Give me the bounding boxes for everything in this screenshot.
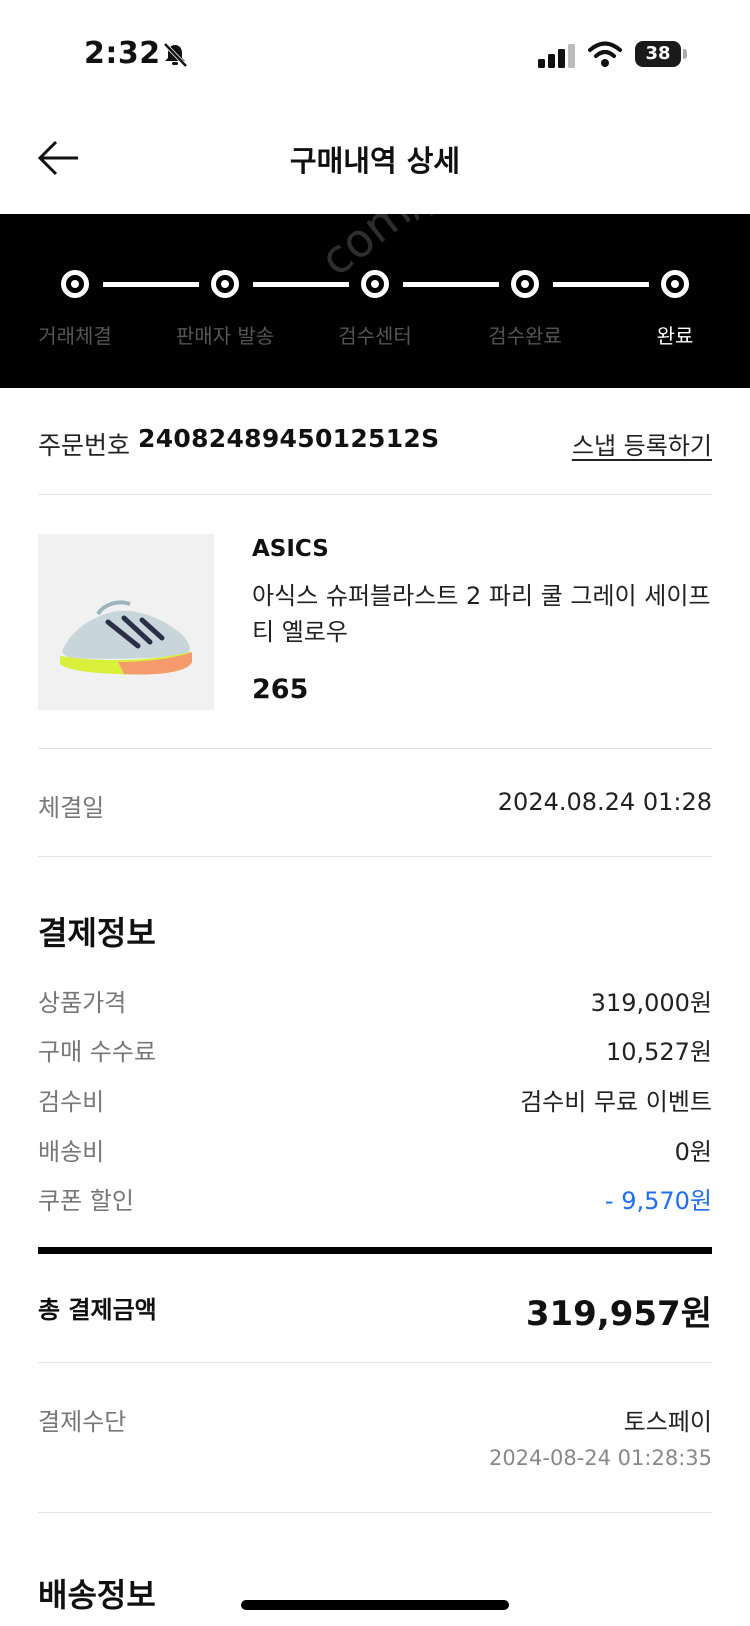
order-progress-tracker: com/joong 거래체결 판매자 발송 검수센터 검수완료 완료 xyxy=(0,214,750,388)
status-time: 2:32 xyxy=(84,36,161,71)
payment-info-title: 결제정보 xyxy=(38,914,156,952)
home-indicator[interactable] xyxy=(241,1600,509,1610)
progress-connector xyxy=(403,282,499,287)
inspection-fee-value: 검수비 무료 이벤트 xyxy=(520,1088,712,1116)
coupon-discount-value: - 9,570원 xyxy=(604,1187,712,1215)
total-divider xyxy=(38,1247,712,1254)
contract-date-label: 체결일 xyxy=(38,794,105,822)
total-payment-label: 총 결제금액 xyxy=(38,1296,157,1324)
progress-connector xyxy=(253,282,349,287)
divider xyxy=(38,494,712,495)
contract-date-value: 2024.08.24 01:28 xyxy=(497,788,712,816)
progress-step-dot xyxy=(661,270,689,298)
total-payment-value: 319,957원 xyxy=(525,1294,712,1334)
divider xyxy=(38,856,712,857)
product-image[interactable] xyxy=(38,534,214,710)
progress-step-label-current: 완료 xyxy=(656,324,694,348)
progress-step-dot xyxy=(361,270,389,298)
price-row-label: 상품가격 xyxy=(38,989,127,1017)
progress-step-dot xyxy=(61,270,89,298)
fee-row-label: 구매 수수료 xyxy=(38,1038,157,1066)
bell-muted-icon xyxy=(163,42,188,68)
progress-connector xyxy=(553,282,649,287)
page-title: 구매내역 상세 xyxy=(289,144,461,178)
divider xyxy=(38,1512,712,1513)
divider xyxy=(38,748,712,749)
progress-step-label: 검수센터 xyxy=(338,324,412,348)
order-number-label: 주문번호 xyxy=(38,431,131,460)
product-size: 265 xyxy=(252,674,309,705)
divider xyxy=(38,1362,712,1363)
shipping-fee-label: 배송비 xyxy=(38,1138,105,1166)
page-header: 구매내역 상세 xyxy=(0,110,750,214)
payment-time: 2024-08-24 01:28:35 xyxy=(488,1446,712,1470)
payment-method-label: 결제수단 xyxy=(38,1408,127,1436)
sneaker-icon xyxy=(60,600,192,675)
inspection-fee-label: 검수비 xyxy=(38,1088,105,1116)
watermark-text: com/joong xyxy=(310,214,533,287)
progress-connector xyxy=(103,282,199,287)
shipping-fee-value: 0원 xyxy=(674,1138,712,1166)
status-bar: 2:32 38 xyxy=(0,0,750,110)
coupon-discount-label: 쿠폰 할인 xyxy=(38,1187,134,1215)
price-row-value: 319,000원 xyxy=(590,989,712,1017)
progress-step-dot xyxy=(211,270,239,298)
progress-step-dot xyxy=(511,270,539,298)
progress-step-label: 검수완료 xyxy=(488,324,562,348)
payment-method-value: 토스페이 xyxy=(623,1408,712,1436)
progress-step-label: 거래체결 xyxy=(38,324,112,348)
wifi-icon xyxy=(588,41,622,67)
product-brand: ASICS xyxy=(252,536,329,562)
fee-row-value: 10,527원 xyxy=(605,1038,712,1066)
order-number: 2408248945012512S xyxy=(138,424,440,453)
snap-register-link[interactable]: 스냅 등록하기 xyxy=(572,426,712,461)
product-name: 아식스 슈퍼블라스트 2 파리 쿨 그레이 세이프티 옐로우 xyxy=(252,582,711,646)
cellular-signal-icon xyxy=(538,44,575,68)
progress-step-label: 판매자 발송 xyxy=(175,324,275,348)
battery-level-text: 38 xyxy=(645,43,671,64)
battery-icon: 38 xyxy=(635,41,687,67)
shipping-info-title: 배송정보 xyxy=(38,1576,156,1614)
